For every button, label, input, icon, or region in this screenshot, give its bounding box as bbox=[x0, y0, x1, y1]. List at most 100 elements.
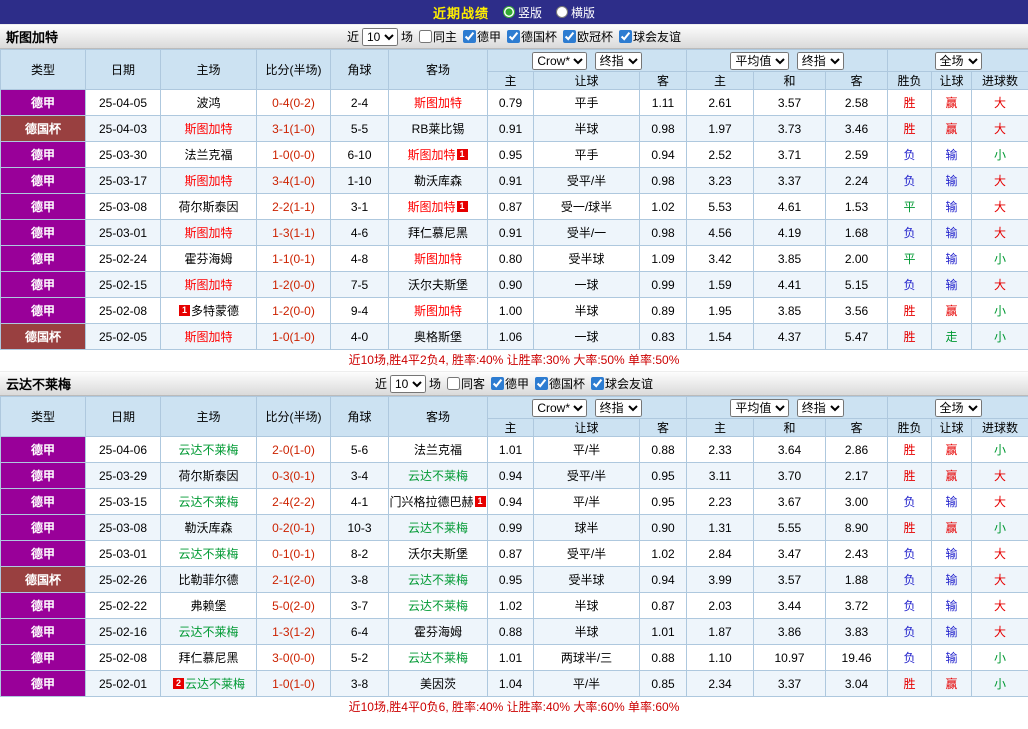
team-link[interactable]: 云达不莱梅 bbox=[178, 495, 238, 509]
away-team[interactable]: 奥格斯堡 bbox=[388, 323, 488, 350]
away-team[interactable]: 拜仁慕尼黑 bbox=[388, 219, 488, 246]
filter-checkbox[interactable]: 球会友谊 bbox=[590, 375, 653, 392]
team-link[interactable]: 斯图加特 bbox=[407, 148, 455, 162]
filter-checkbox-input[interactable] bbox=[619, 29, 633, 43]
asia-odds-source-select[interactable]: Crow* bbox=[532, 398, 588, 417]
team-link[interactable]: 斯图加特 bbox=[414, 252, 462, 266]
home-team[interactable]: 勒沃库森 bbox=[160, 514, 257, 541]
team-link[interactable]: 美因茨 bbox=[420, 677, 456, 691]
team-link[interactable]: 斯图加特 bbox=[414, 96, 462, 110]
team-link[interactable]: 云达不莱梅 bbox=[408, 651, 468, 665]
away-team[interactable]: 斯图加特 1 bbox=[388, 141, 488, 168]
layout-radio-vertical[interactable]: 竖版 bbox=[502, 4, 542, 21]
team-link[interactable]: 云达不莱梅 bbox=[408, 521, 468, 535]
team-link[interactable]: 云达不莱梅 bbox=[185, 677, 245, 691]
away-team[interactable]: 沃尔夫斯堡 bbox=[388, 271, 488, 298]
result-scope-select[interactable]: 全场 bbox=[934, 51, 982, 70]
away-team[interactable]: 斯图加特 bbox=[388, 297, 488, 324]
team-link[interactable]: 荷尔斯泰因 bbox=[178, 469, 238, 483]
away-team[interactable]: 斯图加特 bbox=[388, 89, 488, 116]
away-team[interactable]: 云达不莱梅 bbox=[388, 592, 488, 619]
filter-checkbox[interactable]: 同客 bbox=[446, 375, 485, 392]
home-team[interactable]: 霍芬海姆 bbox=[160, 245, 257, 272]
home-team[interactable]: 弗赖堡 bbox=[160, 592, 257, 619]
home-team[interactable]: 法兰克福 bbox=[160, 141, 257, 168]
team-link[interactable]: 云达不莱梅 bbox=[408, 573, 468, 587]
home-team[interactable]: 云达不莱梅 bbox=[160, 618, 257, 645]
filter-checkbox-input[interactable] bbox=[535, 376, 549, 390]
team-link[interactable]: 门兴格拉德巴赫 bbox=[390, 495, 474, 509]
team-link[interactable]: 弗赖堡 bbox=[190, 599, 226, 613]
asia-odds-time-select[interactable]: 终指 bbox=[594, 51, 642, 70]
filter-checkbox[interactable]: 球会友谊 bbox=[618, 28, 681, 45]
home-team[interactable]: 斯图加特 bbox=[160, 115, 257, 142]
team-link[interactable]: 沃尔夫斯堡 bbox=[408, 278, 468, 292]
team-link[interactable]: 拜仁慕尼黑 bbox=[178, 651, 238, 665]
away-team[interactable]: 霍芬海姆 bbox=[388, 618, 488, 645]
away-team[interactable]: RB莱比锡 bbox=[388, 115, 488, 142]
away-team[interactable]: 云达不莱梅 bbox=[388, 462, 488, 489]
home-team[interactable]: 波鸿 bbox=[160, 89, 257, 116]
filter-checkbox[interactable]: 德甲 bbox=[462, 28, 501, 45]
team-link[interactable]: 斯图加特 bbox=[184, 278, 232, 292]
asia-odds-time-select[interactable]: 终指 bbox=[594, 398, 642, 417]
team-link[interactable]: 奥格斯堡 bbox=[414, 330, 462, 344]
home-team[interactable]: 荷尔斯泰因 bbox=[160, 193, 257, 220]
home-team[interactable]: 云达不莱梅 bbox=[160, 488, 257, 515]
away-team[interactable]: 美因茨 bbox=[388, 670, 488, 697]
team-link[interactable]: 斯图加特 bbox=[407, 200, 455, 214]
away-team[interactable]: 云达不莱梅 bbox=[388, 566, 488, 593]
result-scope-select[interactable]: 全场 bbox=[934, 398, 982, 417]
vertical-radio-input[interactable] bbox=[502, 6, 515, 18]
filter-checkbox-input[interactable] bbox=[591, 376, 605, 390]
away-team[interactable]: 云达不莱梅 bbox=[388, 514, 488, 541]
home-team[interactable]: 1 多特蒙德 bbox=[160, 297, 257, 324]
filter-checkbox[interactable]: 德国杯 bbox=[506, 28, 557, 45]
filter-checkbox-input[interactable] bbox=[507, 29, 520, 43]
team-link[interactable]: 沃尔夫斯堡 bbox=[408, 547, 468, 561]
filter-checkbox[interactable]: 德国杯 bbox=[534, 375, 585, 392]
away-team[interactable]: 云达不莱梅 bbox=[388, 644, 488, 671]
home-team[interactable]: 比勒菲尔德 bbox=[160, 566, 257, 593]
team-link[interactable]: 勒沃库森 bbox=[414, 174, 462, 188]
home-team[interactable]: 云达不莱梅 bbox=[160, 540, 257, 567]
filter-checkbox[interactable]: 同主 bbox=[418, 28, 457, 45]
team-link[interactable]: 斯图加特 bbox=[184, 226, 232, 240]
asia-odds-source-select[interactable]: Crow* bbox=[532, 51, 588, 70]
home-team[interactable]: 云达不莱梅 bbox=[160, 436, 257, 463]
euro-odds-source-select[interactable]: 平均值 bbox=[730, 51, 790, 70]
team-link[interactable]: 拜仁慕尼黑 bbox=[408, 226, 468, 240]
team-link[interactable]: 云达不莱梅 bbox=[178, 443, 238, 457]
away-team[interactable]: 法兰克福 bbox=[388, 436, 488, 463]
filter-checkbox-input[interactable] bbox=[491, 376, 504, 390]
home-team[interactable]: 拜仁慕尼黑 bbox=[160, 644, 257, 671]
euro-odds-source-select[interactable]: 平均值 bbox=[730, 398, 790, 417]
team-link[interactable]: 波鸿 bbox=[196, 96, 220, 110]
away-team[interactable]: 沃尔夫斯堡 bbox=[388, 540, 488, 567]
team-link[interactable]: 云达不莱梅 bbox=[178, 625, 238, 639]
team-link[interactable]: 斯图加特 bbox=[184, 330, 232, 344]
team-link[interactable]: 法兰克福 bbox=[184, 148, 232, 162]
horizontal-radio-input[interactable] bbox=[556, 6, 568, 18]
team-link[interactable]: 云达不莱梅 bbox=[408, 469, 468, 483]
team-link[interactable]: 法兰克福 bbox=[414, 443, 462, 457]
home-team[interactable]: 斯图加特 bbox=[160, 167, 257, 194]
filter-checkbox[interactable]: 欧冠杯 bbox=[562, 28, 613, 45]
away-team[interactable]: 斯图加特 1 bbox=[388, 193, 488, 220]
away-team[interactable]: 门兴格拉德巴赫 1 bbox=[388, 488, 488, 515]
team-link[interactable]: RB莱比锡 bbox=[412, 122, 465, 136]
recent-count-select[interactable]: 10 bbox=[389, 374, 426, 393]
filter-checkbox-input[interactable] bbox=[418, 29, 432, 43]
filter-checkbox[interactable]: 德甲 bbox=[490, 375, 529, 392]
team-link[interactable]: 斯图加特 bbox=[184, 174, 232, 188]
team-link[interactable]: 霍芬海姆 bbox=[414, 625, 462, 639]
team-link[interactable]: 云达不莱梅 bbox=[178, 547, 238, 561]
filter-checkbox-input[interactable] bbox=[462, 29, 476, 43]
euro-odds-time-select[interactable]: 终指 bbox=[796, 51, 844, 70]
team-link[interactable]: 斯图加特 bbox=[414, 304, 462, 318]
home-team[interactable]: 2 云达不莱梅 bbox=[160, 670, 257, 697]
away-team[interactable]: 斯图加特 bbox=[388, 245, 488, 272]
team-link[interactable]: 云达不莱梅 bbox=[408, 599, 468, 613]
team-link[interactable]: 比勒菲尔德 bbox=[178, 573, 238, 587]
euro-odds-time-select[interactable]: 终指 bbox=[796, 398, 844, 417]
